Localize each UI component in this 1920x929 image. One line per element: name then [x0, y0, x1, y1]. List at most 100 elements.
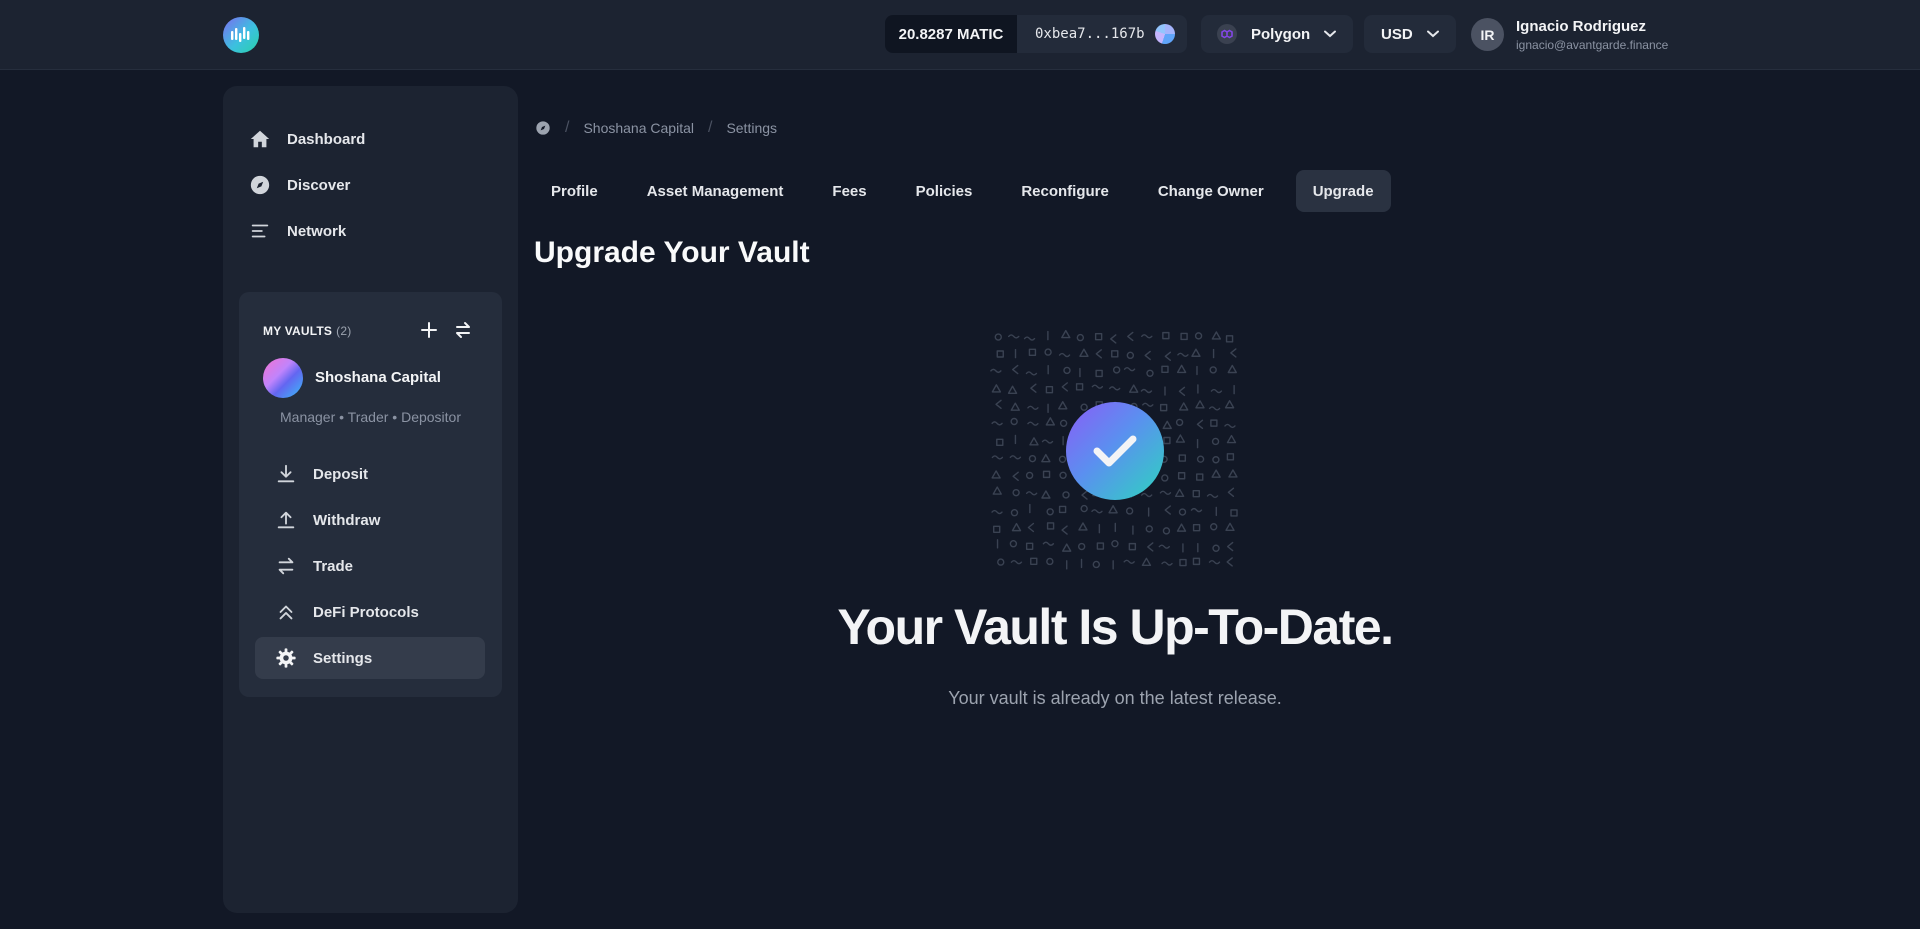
pattern-shape: [1163, 436, 1171, 445]
pattern-shape: [1062, 543, 1072, 552]
pattern-shape: [1061, 525, 1068, 535]
vault-item-withdraw[interactable]: Withdraw: [255, 499, 485, 541]
pattern-shape: [1196, 473, 1204, 481]
pattern-shape: [1076, 333, 1085, 342]
tab-upgrade[interactable]: Upgrade: [1295, 170, 1391, 212]
sidebar-item-network[interactable]: Network: [249, 216, 346, 246]
pattern-shape: [1010, 509, 1019, 517]
currency-selector[interactable]: USD: [1364, 15, 1456, 53]
pattern-shape: [1058, 455, 1067, 464]
tab-reconfigure[interactable]: Reconfigure: [1004, 170, 1126, 212]
wallet-address: 0xbea7...167b: [1035, 26, 1145, 42]
pattern-shape: [1225, 522, 1235, 532]
tab-profile[interactable]: Profile: [534, 170, 615, 212]
pattern-shape: [994, 333, 1002, 341]
pattern-shape: [1128, 542, 1137, 551]
pattern-shape: [1108, 386, 1121, 391]
pattern-shape: [997, 558, 1005, 566]
pattern-shape: [1025, 491, 1038, 496]
pattern-shape: [1062, 491, 1070, 499]
pattern-shape: [1025, 371, 1038, 376]
sidebar-item-label: Discover: [287, 176, 351, 194]
pattern-shape: [1111, 539, 1119, 548]
pattern-shape: [1146, 369, 1154, 377]
pattern-shape: [1226, 453, 1235, 461]
pattern-shape: [1225, 335, 1234, 343]
tab-asset-management[interactable]: Asset Management: [630, 170, 801, 212]
pattern-shape: [991, 509, 1003, 515]
pattern-shape: [1227, 364, 1237, 374]
pattern-shape: [1196, 455, 1205, 463]
pattern-shape: [1044, 348, 1052, 356]
sidebar-item-label: Network: [287, 222, 347, 240]
sidebar-item-discover[interactable]: Discover: [249, 170, 350, 200]
pattern-shape: [1027, 522, 1035, 533]
pattern-shape: [1144, 350, 1151, 361]
pattern-shape: [1174, 488, 1185, 498]
pattern-shape: [1195, 400, 1205, 409]
pattern-shape: [1226, 541, 1234, 552]
vault-name[interactable]: Shoshana Capital: [315, 369, 441, 386]
tab-change-owner[interactable]: Change Owner: [1141, 170, 1281, 212]
tab-policies[interactable]: Policies: [899, 170, 990, 212]
pattern-shape: [1023, 336, 1036, 341]
pattern-shape: [1159, 403, 1168, 412]
pattern-shape: [991, 470, 1001, 479]
pattern-shape: [1161, 561, 1173, 566]
pattern-shape: [1008, 334, 1020, 339]
wallet-address-button[interactable]: 0xbea7...167b: [1017, 15, 1187, 53]
pattern-shape: [1176, 364, 1187, 374]
add-vault-icon[interactable]: [419, 320, 439, 340]
pattern-shape: [1061, 382, 1068, 392]
pattern-shape: [1192, 524, 1201, 532]
my-vaults-title: MY VAULTS (2): [263, 324, 352, 338]
pattern-shape: [1196, 419, 1204, 429]
wallet-balance[interactable]: 20.8287 MATIC: [885, 15, 1017, 53]
sidebar-item-dashboard[interactable]: Dashboard: [249, 124, 365, 154]
pattern-shape: [1045, 385, 1054, 394]
download-icon: [277, 464, 295, 483]
breadcrumb-separator: /: [565, 119, 570, 136]
pattern-shape: [1046, 508, 1054, 516]
user-avatar[interactable]: IR: [1471, 18, 1504, 51]
pattern-shape: [1011, 522, 1022, 532]
wallet-identicon-icon: [1154, 24, 1175, 44]
pattern-shape: [1012, 488, 1020, 497]
pattern-shape: [1178, 508, 1187, 516]
breadcrumb-separator: /: [707, 119, 713, 136]
vault-item-label: Deposit: [313, 465, 369, 483]
pattern-shape: [1091, 384, 1104, 389]
chevron-down-icon: [1324, 30, 1337, 38]
polygon-icon: [1217, 24, 1237, 44]
pattern-shape: [1007, 385, 1018, 394]
breadcrumb-settings[interactable]: Settings: [726, 120, 777, 136]
vaults-count: (2): [336, 324, 352, 338]
pattern-shape: [1230, 509, 1238, 517]
pattern-shape: [1226, 557, 1233, 567]
pattern-shape: [1208, 406, 1221, 411]
app-logo[interactable]: [223, 17, 259, 53]
pattern-shape: [990, 368, 1002, 374]
pattern-shape: [1079, 348, 1089, 357]
vault-item-deposit[interactable]: Deposit: [255, 453, 485, 495]
pattern-shape: [1209, 366, 1217, 374]
pattern-shape: [1061, 329, 1071, 339]
pattern-shape: [1177, 472, 1186, 480]
pattern-shape: [996, 438, 1004, 447]
switch-vault-icon[interactable]: [453, 320, 473, 340]
vault-roles: Manager • Trader • Depositor: [280, 409, 461, 425]
breadcrumb-vault[interactable]: Shoshana Capital: [583, 120, 694, 136]
vault-avatar[interactable]: [263, 358, 303, 398]
network-selector[interactable]: Polygon: [1201, 15, 1353, 53]
pattern-shape: [1075, 383, 1084, 391]
pattern-shape: [1192, 489, 1200, 498]
compass-icon[interactable]: [535, 120, 551, 136]
pattern-shape: [1162, 420, 1172, 430]
tab-fees[interactable]: Fees: [815, 170, 883, 212]
pattern-shape: [1211, 331, 1222, 340]
currency-label: USD: [1381, 25, 1413, 43]
pattern-shape: [1162, 527, 1171, 535]
pattern-shape: [1028, 454, 1037, 463]
vault-item-trade[interactable]: Trade: [255, 545, 485, 587]
compass-icon: [250, 175, 270, 195]
